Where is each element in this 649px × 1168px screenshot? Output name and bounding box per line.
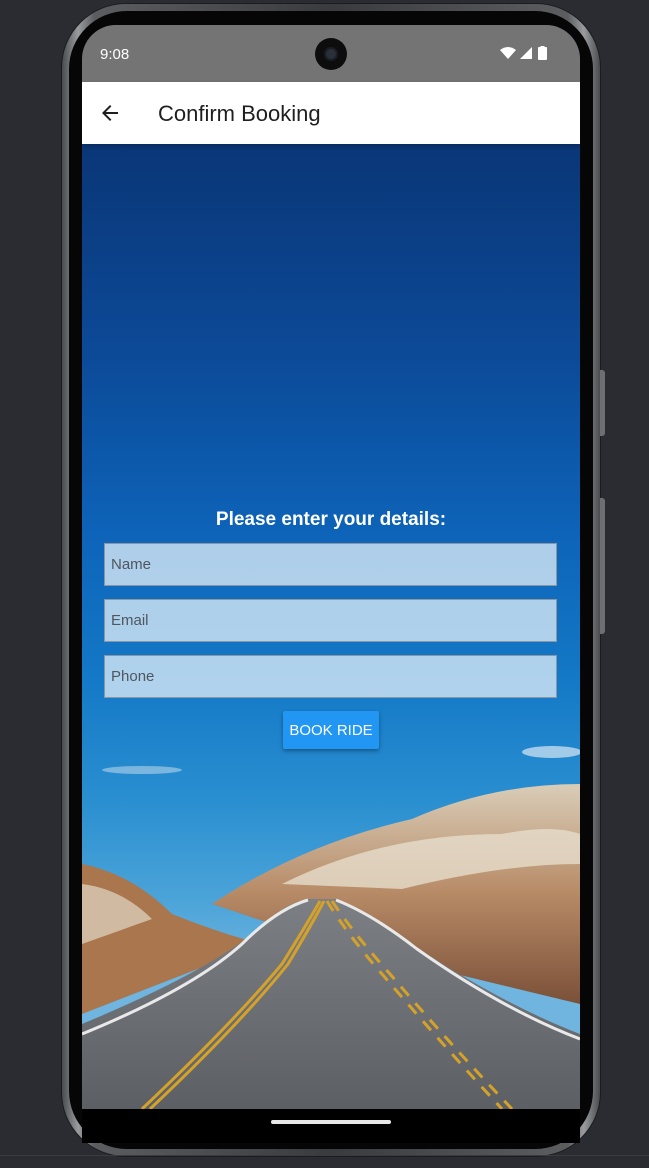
- status-time: 9:08: [100, 46, 130, 63]
- wifi-icon: [500, 47, 516, 59]
- emulator-stage: 9:08 Confirm Booking Please enter your d…: [0, 0, 649, 1168]
- name-input[interactable]: [104, 543, 557, 586]
- navigation-bar: [82, 1109, 580, 1143]
- power-button[interactable]: [600, 370, 605, 436]
- phone-screen: 9:08 Confirm Booking Please enter your d…: [82, 25, 580, 1109]
- page-title: Confirm Booking: [158, 101, 321, 126]
- book-ride-button[interactable]: BOOK RIDE: [283, 711, 379, 749]
- email-input[interactable]: [104, 599, 557, 642]
- cell-signal-icon: [520, 47, 532, 59]
- home-indicator[interactable]: [271, 1120, 391, 1124]
- app-bar: Confirm Booking: [82, 82, 580, 144]
- front-camera-icon: [315, 38, 347, 70]
- volume-button[interactable]: [600, 498, 605, 634]
- form-heading: Please enter your details:: [215, 509, 447, 530]
- divider: [0, 1155, 649, 1156]
- battery-icon: [538, 47, 547, 60]
- arrow-back-icon[interactable]: [98, 101, 122, 125]
- status-bar: 9:08: [82, 25, 580, 82]
- phone-input[interactable]: [104, 655, 557, 698]
- status-icons: [500, 46, 550, 60]
